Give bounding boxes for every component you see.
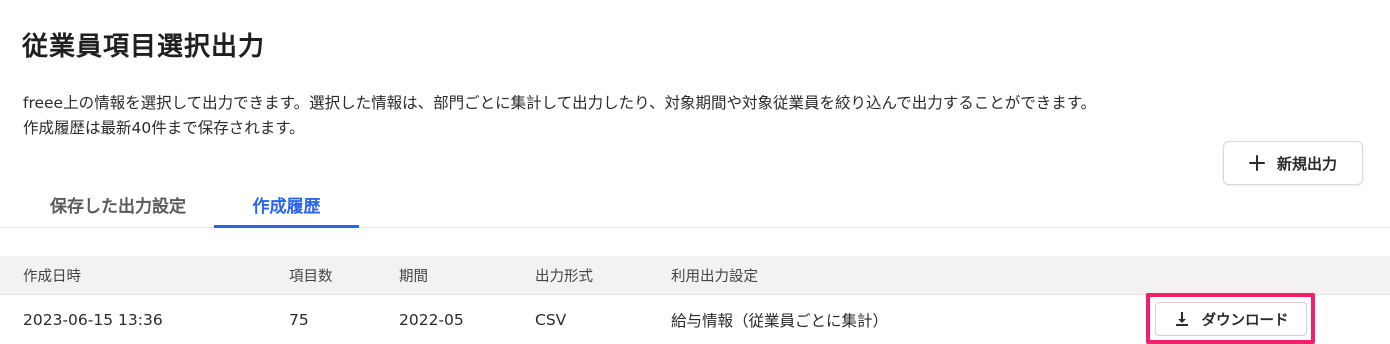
column-header-setting: 利用出力設定 xyxy=(671,268,758,285)
tab-history[interactable]: 作成履歴 xyxy=(214,182,359,228)
column-header-format: 出力形式 xyxy=(535,268,593,285)
cell-setting: 給与情報（従業員ごとに集計） xyxy=(671,311,889,330)
cell-format: CSV xyxy=(535,310,567,329)
download-icon xyxy=(1175,312,1188,326)
description-line-2: 作成履歴は最新40件まで保存されます。 xyxy=(23,119,305,137)
column-header-period: 期間 xyxy=(399,268,428,285)
page-title: 従業員項目選択出力 xyxy=(22,32,266,62)
cell-item-count: 75 xyxy=(289,310,309,329)
column-header-item-count: 項目数 xyxy=(289,268,333,285)
table-header: 作成日時 項目数 期間 出力形式 利用出力設定 xyxy=(0,256,1390,295)
description-line-1: freee上の情報を選択して出力できます。選択した情報は、部門ごとに集計して出力… xyxy=(23,94,1097,112)
column-header-created-at: 作成日時 xyxy=(23,268,81,285)
page: 従業員項目選択出力 freee上の情報を選択して出力できます。選択した情報は、部… xyxy=(0,0,1390,344)
download-label: ダウンロード xyxy=(1201,312,1289,329)
plus-icon xyxy=(1248,155,1265,171)
new-output-label: 新規出力 xyxy=(1276,154,1337,173)
new-output-button[interactable]: 新規出力 xyxy=(1223,141,1363,185)
cell-period: 2022-05 xyxy=(399,310,464,329)
download-button[interactable]: ダウンロード xyxy=(1155,302,1307,336)
tab-saved-settings[interactable]: 保存した出力設定 xyxy=(22,182,214,226)
page-description: freee上の情報を選択して出力できます。選択した情報は、部門ごとに集計して出力… xyxy=(23,91,1096,141)
tab-bar: 保存した出力設定 作成履歴 xyxy=(0,182,1390,228)
cell-created-at: 2023-06-15 13:36 xyxy=(23,310,163,329)
